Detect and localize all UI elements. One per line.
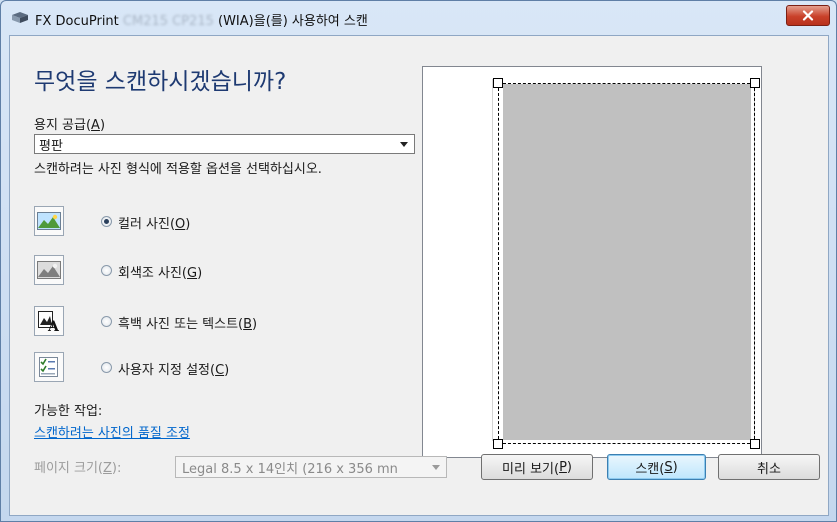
bw-text-icon[interactable]: A <box>34 306 64 336</box>
color-photo-label: 컬러 사진(O) <box>118 217 191 232</box>
crop-frame[interactable] <box>498 83 755 444</box>
crop-handle-top-right[interactable] <box>750 78 760 88</box>
custom-settings-icon[interactable] <box>34 352 64 382</box>
crop-handle-bottom-left[interactable] <box>493 439 503 449</box>
scan-dialog: FX DocuPrint CM215 CP215 (WIA)을(를) 사용하여 … <box>0 0 837 522</box>
title-prefix: FX DocuPrint <box>35 14 123 29</box>
grayscale-photo-radio[interactable] <box>101 265 112 276</box>
cancel-button[interactable]: 취소 <box>718 454 820 480</box>
chevron-down-icon <box>432 465 440 470</box>
scan-button[interactable]: 스캔(S) <box>607 454 706 480</box>
paper-source-label: 용지 공급(A) <box>34 118 106 133</box>
close-icon <box>802 10 814 21</box>
color-photo-radio[interactable] <box>101 216 112 227</box>
title-suffix: (WIA)을(를) 사용하여 스캔 <box>213 14 368 29</box>
available-tasks-label: 가능한 작업: <box>34 404 103 419</box>
paper-source-value: 평판 <box>39 138 63 154</box>
window-title: FX DocuPrint CM215 CP215 (WIA)을(를) 사용하여 … <box>35 10 368 29</box>
page-size-label: 페이지 크기(Z): <box>34 461 122 476</box>
bw-text-label: 흑백 사진 또는 텍스트(B) <box>118 317 258 332</box>
custom-settings-radio[interactable] <box>101 362 112 373</box>
preview-button[interactable]: 미리 보기(P) <box>481 454 593 480</box>
instruction-text: 스캔하려는 사진 형식에 적용할 옵션을 선택하십시오. <box>34 162 322 177</box>
paper-source-select[interactable]: 평판 <box>34 134 415 154</box>
option-bw-text[interactable]: A 흑백 사진 또는 텍스트(B) <box>34 306 414 338</box>
option-color-photo[interactable]: 컬러 사진(O) <box>34 206 414 238</box>
dialog-body: 무엇을 스캔하시겠습니까? 용지 공급(A) 평판 스캔하려는 사진 형식에 적… <box>9 35 829 516</box>
svg-text:A: A <box>47 319 60 332</box>
adjust-quality-link[interactable]: 스캔하려는 사진의 품질 조정 <box>34 422 190 441</box>
option-custom-settings[interactable]: 사용자 지정 설정(C) <box>34 352 414 384</box>
bw-text-radio[interactable] <box>101 316 112 327</box>
crop-handle-bottom-right[interactable] <box>750 439 760 449</box>
page-title: 무엇을 스캔하시겠습니까? <box>34 69 287 95</box>
grayscale-photo-icon[interactable] <box>34 255 64 285</box>
chevron-down-icon <box>400 142 408 147</box>
page-size-value: Legal 8.5 x 14인치 (216 x 356 mn <box>182 461 398 477</box>
title-device-name: CM215 CP215 <box>122 14 214 29</box>
page-size-select: Legal 8.5 x 14인치 (216 x 356 mn <box>175 456 447 478</box>
scanner-icon <box>11 10 29 26</box>
crop-handle-top-left[interactable] <box>493 78 503 88</box>
grayscale-photo-label: 회색조 사진(G) <box>118 266 203 281</box>
title-bar: FX DocuPrint CM215 CP215 (WIA)을(를) 사용하여 … <box>1 1 836 35</box>
color-photo-icon[interactable] <box>34 206 64 236</box>
preview-pane[interactable] <box>422 66 762 458</box>
option-grayscale-photo[interactable]: 회색조 사진(G) <box>34 255 414 287</box>
custom-settings-label: 사용자 지정 설정(C) <box>118 363 230 378</box>
close-button[interactable] <box>786 5 830 26</box>
